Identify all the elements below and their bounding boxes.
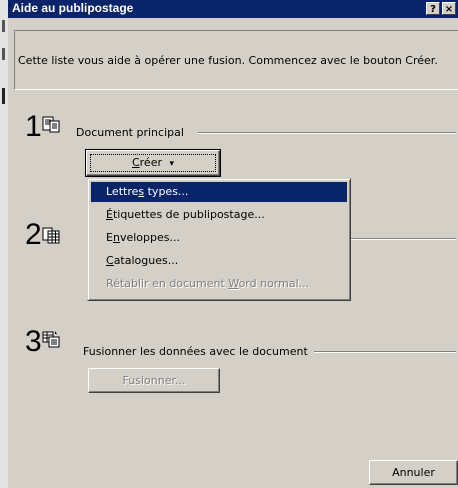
step-1-number: 1	[25, 110, 42, 143]
document-icon	[42, 116, 60, 133]
step-3-number: 3	[25, 325, 42, 358]
menu-item-restore-normal-document[interactable]: Rétablir en document Word normal...	[91, 274, 347, 294]
separator-line	[314, 351, 456, 353]
description-text: Cette liste vous aide à opérer une fusio…	[18, 54, 438, 67]
step-1-label: Document principal	[76, 126, 184, 139]
cancel-button-label: Annuler	[392, 466, 435, 479]
menu-item-form-letters[interactable]: Lettres types...	[91, 182, 347, 202]
close-button[interactable]: ×	[442, 2, 456, 15]
create-dropdown-menu: Lettres types... Étiquettes de publipost…	[87, 178, 351, 301]
background-window-edge	[0, 0, 8, 488]
separator-line	[345, 238, 456, 240]
separator-line	[198, 132, 456, 134]
edge-mark	[2, 20, 5, 32]
cancel-button[interactable]: Annuler	[369, 460, 458, 485]
data-source-icon	[42, 227, 60, 244]
step-2-number: 2	[25, 218, 42, 251]
window-title: Aide au publipostage	[12, 1, 134, 15]
help-button[interactable]: ?	[426, 2, 440, 15]
question-mark-icon: ?	[430, 4, 436, 15]
menu-item-envelopes[interactable]: Enveloppes...	[91, 228, 347, 248]
merge-button[interactable]: Fusionner...	[88, 368, 220, 393]
menu-item-catalogs[interactable]: Catalogues...	[91, 251, 347, 271]
mail-merge-dialog: Aide au publipostage ? × Cette liste vou…	[8, 0, 458, 488]
edge-mark	[2, 48, 5, 60]
focus-indicator	[90, 154, 216, 172]
edge-mark	[2, 88, 5, 104]
merge-icon	[42, 331, 60, 348]
title-bar[interactable]: Aide au publipostage ? ×	[8, 0, 458, 18]
step-3-label: Fusionner les données avec le document	[83, 345, 308, 358]
create-button[interactable]: Créer ▾	[85, 149, 221, 177]
menu-item-mailing-labels[interactable]: Étiquettes de publipostage...	[91, 205, 347, 225]
close-icon: ×	[444, 4, 454, 15]
merge-button-label: Fusionner...	[122, 374, 186, 387]
